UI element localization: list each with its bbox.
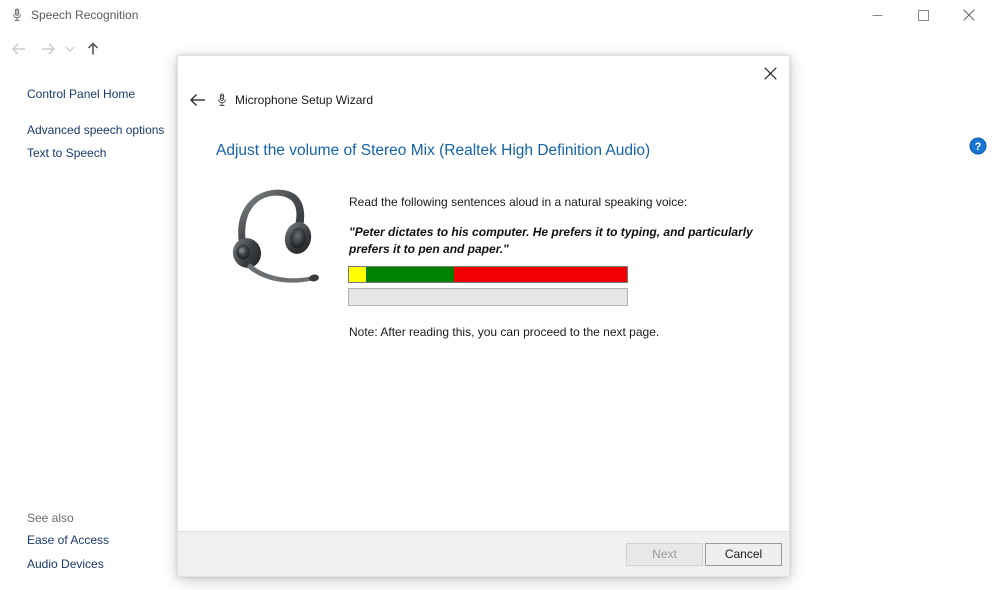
sidebar-item-advanced-speech-options[interactable]: Advanced speech options — [27, 123, 164, 137]
window-controls — [854, 0, 992, 30]
sidebar-item-audio-devices[interactable]: Audio Devices — [27, 557, 104, 571]
headset-image — [217, 181, 330, 284]
chevron-down-icon[interactable] — [62, 38, 78, 60]
dialog-sample-sentence: "Peter dictates to his computer. He pref… — [349, 224, 759, 258]
window-title: Speech Recognition — [31, 7, 138, 23]
help-question-icon[interactable]: ? — [969, 137, 987, 155]
dialog-footer: Next Cancel — [178, 531, 789, 576]
dialog-note: Note: After reading this, you can procee… — [349, 325, 659, 340]
back-arrow-icon[interactable] — [8, 38, 30, 60]
app-window: Speech Recognition — [0, 0, 992, 590]
next-button[interactable]: Next — [626, 543, 703, 566]
microphone-icon — [9, 7, 25, 23]
sidebar: Control Panel Home Advanced speech optio… — [0, 66, 176, 590]
sidebar-item-ease-of-access[interactable]: Ease of Access — [27, 533, 109, 547]
maximize-button[interactable] — [900, 0, 946, 30]
dialog-heading: Adjust the volume of Stereo Mix (Realtek… — [216, 141, 650, 161]
dialog-wizard-name: Microphone Setup Wizard — [235, 93, 373, 108]
dialog-close-icon[interactable] — [753, 58, 787, 88]
close-button[interactable] — [946, 0, 992, 30]
forward-arrow-icon[interactable] — [37, 38, 59, 60]
volume-meter-segment-red — [454, 267, 627, 282]
cancel-button[interactable]: Cancel — [705, 543, 782, 566]
microphone-setup-wizard-dialog: Microphone Setup Wizard Adjust the volum… — [177, 55, 790, 577]
dialog-back-arrow-icon[interactable] — [184, 87, 212, 113]
see-also-label: See also — [27, 511, 74, 525]
volume-progress-track — [348, 288, 628, 306]
svg-text:?: ? — [975, 141, 982, 153]
dialog-instruction: Read the following sentences aloud in a … — [349, 195, 687, 210]
sidebar-item-control-panel-home[interactable]: Control Panel Home — [27, 87, 135, 101]
volume-meter-segment-green — [366, 267, 454, 282]
sidebar-item-text-to-speech[interactable]: Text to Speech — [27, 146, 106, 160]
microphone-icon — [214, 92, 230, 108]
minimize-button[interactable] — [854, 0, 900, 30]
window-title-bar: Speech Recognition — [0, 0, 992, 31]
volume-meter-segment-yellow — [349, 267, 366, 282]
volume-meter — [348, 266, 628, 283]
up-arrow-icon[interactable] — [82, 38, 104, 60]
